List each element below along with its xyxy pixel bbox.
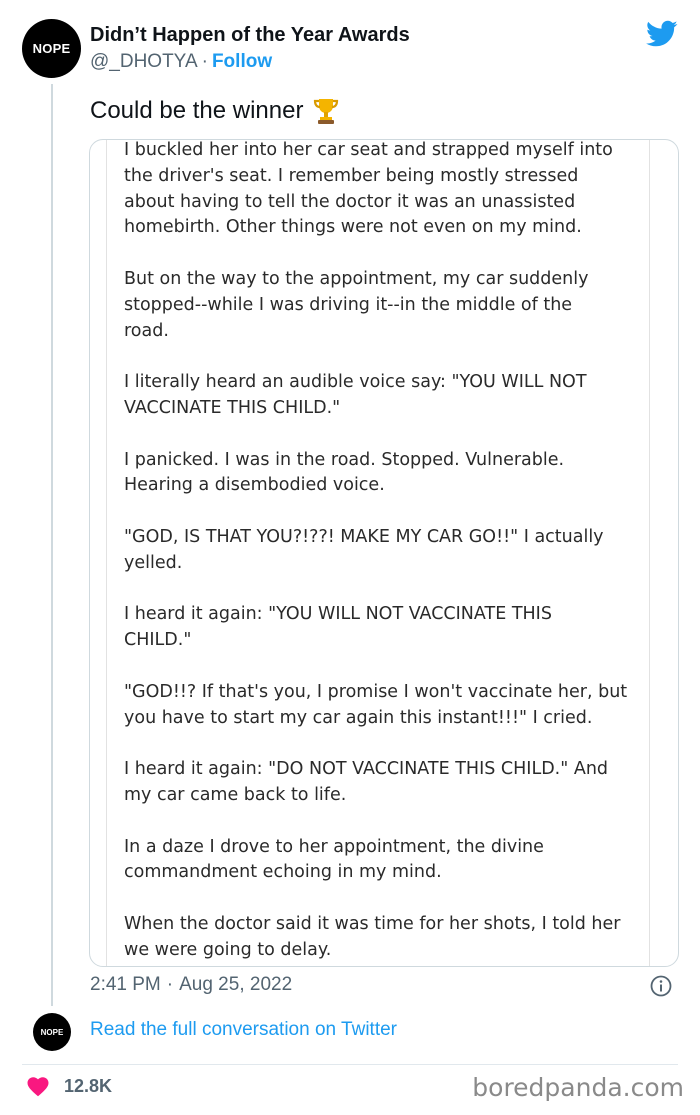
document-paragraph: "GOD!!? If that's you, I promise I won't… bbox=[124, 681, 628, 728]
document-paragraph: I buckled her into her car seat and stra… bbox=[124, 140, 613, 238]
heart-icon bbox=[27, 1077, 49, 1097]
tweet-time: 2:41 PM bbox=[90, 974, 161, 995]
user-handle[interactable]: @_DHOTYA bbox=[90, 51, 198, 72]
document-paragraph: In a daze I drove to her appointment, th… bbox=[124, 836, 544, 883]
tweet-text: Could be the winner bbox=[90, 96, 341, 126]
tweet-date: Aug 25, 2022 bbox=[179, 974, 293, 995]
handle-row: @_DHOTYA · Follow bbox=[90, 51, 272, 73]
document-paragraph: "GOD, IS THAT YOU?!??! MAKE MY CAR GO!!"… bbox=[124, 526, 604, 573]
document-paragraph: I panicked. I was in the road. Stopped. … bbox=[124, 449, 565, 496]
document-paragraph: But on the way to the appointment, my ca… bbox=[124, 268, 589, 341]
document-paragraph: I heard it again: "DO NOT VACCINATE THIS… bbox=[124, 759, 609, 805]
document-paragraph: I literally heard an audible voice say: … bbox=[124, 372, 587, 418]
like-button[interactable]: 12.8K bbox=[26, 1075, 112, 1097]
thread-line bbox=[51, 84, 53, 1006]
document-paragraph: When the doctor said it was time for her… bbox=[124, 913, 621, 960]
tweet-text-content: Could be the winner bbox=[90, 97, 304, 124]
display-name[interactable]: Didn’t Happen of the Year Awards bbox=[90, 24, 410, 47]
document-text: I buckled her into her car seat and stra… bbox=[124, 140, 644, 966]
like-count: 12.8K bbox=[64, 1075, 113, 1096]
timestamp[interactable]: 2:41 PM · Aug 25, 2022 bbox=[90, 974, 292, 996]
attached-image[interactable]: I buckled her into her car seat and stra… bbox=[89, 139, 679, 967]
follow-button[interactable]: Follow bbox=[212, 51, 272, 72]
avatar-small[interactable]: NOPE bbox=[33, 1013, 71, 1051]
trophy-icon bbox=[314, 99, 339, 124]
divider bbox=[22, 1064, 678, 1065]
watermark: boredpanda.com bbox=[472, 1073, 684, 1102]
avatar[interactable]: NOPE bbox=[22, 19, 81, 78]
screenshot-document: I buckled her into her car seat and stra… bbox=[106, 140, 650, 966]
separator-dot: · bbox=[201, 51, 208, 72]
read-conversation-link[interactable]: Read the full conversation on Twitter bbox=[90, 1019, 397, 1041]
separator-dot: · bbox=[166, 974, 174, 995]
document-paragraph: I heard it again: "YOU WILL NOT VACCINAT… bbox=[124, 604, 552, 651]
twitter-bird-icon[interactable] bbox=[646, 20, 678, 48]
info-icon[interactable] bbox=[650, 975, 672, 997]
